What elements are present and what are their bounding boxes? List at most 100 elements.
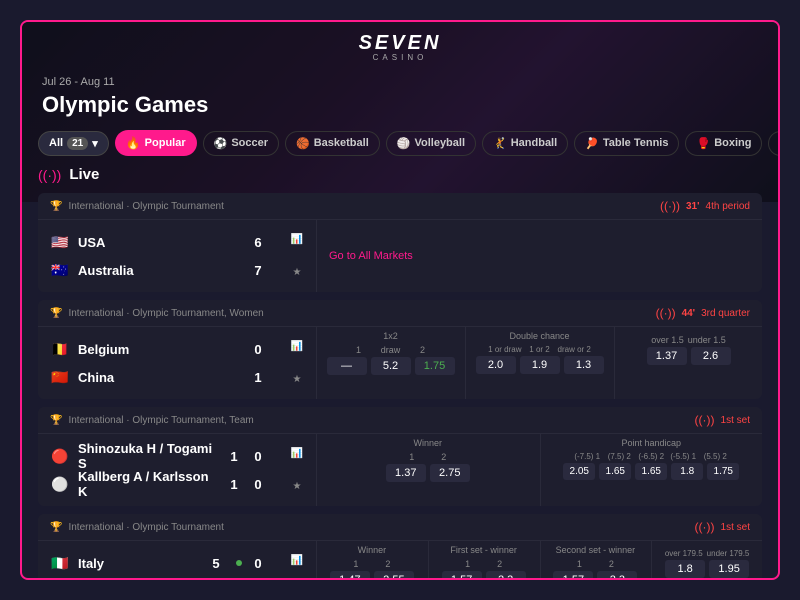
odds-row-w3: 1.37 2.75 [323,464,533,482]
odds-fs4-2[interactable]: 2.3 [486,571,526,578]
tournament-name-1: International · Olympic Tournament [68,201,223,212]
match-header-1: 🏆 International · Olympic Tournament ((·… [38,193,762,220]
team-row-4b: 🇫🇷 France 5 0 [50,577,266,578]
odds-title-winner4: Winner [323,545,421,555]
odds-ph3-2[interactable]: 1.65 [599,463,631,480]
odds-w4-1[interactable]: 1.47 [330,571,370,578]
odds-header-row-w4: 1 2 [323,559,421,569]
label-ph3-5: (5.5) 2 [701,452,729,461]
teams-section-1: 🇺🇸 USA 6 🇦🇺 Australia 7 [38,220,278,292]
odds-ph3-3[interactable]: 1.65 [635,463,667,480]
odds-header-row-dc: 1 or draw 1 or 2 draw or 2 [472,345,607,354]
odds-section-4: Winner 1 2 1.47 2.55 Fi [316,541,762,578]
odds-title-ph3: Point handicap [547,438,757,448]
go-to-markets-btn-1[interactable]: Go to All Markets [329,250,413,262]
label-1ordraw: 1 or draw [488,345,521,354]
odds-group-1x2: 1x2 1 draw 2 — 5.2 1.75 [316,327,464,399]
odds-ph3-5[interactable]: 1.75 [707,463,739,480]
match-card-4: 🏆 International · Olympic Tournament ((·… [38,514,762,578]
star-icon-3[interactable]: ★ [286,476,308,498]
filter-popular[interactable]: 🔥 Popular [115,130,197,156]
stats-icon-1[interactable]: 📊 [286,229,308,251]
odds-title-1x2: 1x2 [323,331,458,341]
page-title-area: Jul 26 - Aug 11 Olympic Games [22,68,778,130]
label-w3-2: 2 [430,452,458,462]
score-shinozuka1: 1 [226,449,242,464]
filter-volleyball[interactable]: 🏐 Volleyball [386,131,476,156]
odds-1x2-2[interactable]: 1.75 [415,357,455,375]
odds-ss4-1[interactable]: 1.57 [553,571,593,578]
odds-group-extra2: over 1.5 under 1.5 1.37 2.6 [614,327,762,399]
label-ss4-1: 1 [565,559,593,569]
filter-basketball[interactable]: 🏀 Basketball [285,131,380,156]
odds-ph3-4[interactable]: 1.8 [671,463,703,480]
filter-soccer[interactable]: ⚽ Soccer [203,131,279,156]
filter-waterpolo[interactable]: 🏊 Waterpolo [768,131,778,156]
teams-section-3: 🔴 Shinozuka H / Togami S 1 0 ⚪ Kallberg … [38,434,278,506]
odds-header-row-ph3: (-7.5) 1 (7.5) 2 (-6.5) 2 (-5.5) 1 (5.5)… [547,452,757,461]
match-meta-right-1: ((·)) 31' 4th period [660,199,750,213]
stats-icon-4[interactable]: 📊 [286,550,308,572]
match-meta-right-3: ((·)) 1st set [695,413,750,427]
match-actions-2: 📊 ★ [278,327,316,399]
score-usa: 6 [250,235,266,250]
soccer-icon: ⚽ [214,137,228,150]
main-content[interactable]: SEVEN CASINO Jul 26 - Aug 11 Olympic Gam… [22,22,778,578]
match-meta-right-2: ((·)) 44' 3rd quarter [656,306,750,320]
odds-ss4-2[interactable]: 2.3 [597,571,637,578]
star-icon-1[interactable]: ★ [286,262,308,284]
match-meta-left-1: 🏆 International · Olympic Tournament [50,201,224,212]
odds-fs4-1[interactable]: 1.57 [442,571,482,578]
match-card-1: 🏆 International · Olympic Tournament ((·… [38,193,762,292]
team-row-2b: 🇨🇳 China 1 [50,363,266,391]
filter-all-label: All [49,137,63,149]
score-belgium: 0 [250,342,266,357]
filter-handball[interactable]: 🤾 Handball [482,131,568,156]
odds-dc-2[interactable]: 1.9 [520,356,560,374]
odds-section-2: 1x2 1 draw 2 — 5.2 1.75 [316,327,762,399]
odds-group-dc: Double chance 1 or draw 1 or 2 draw or 2… [465,327,613,399]
odds-1x2-1[interactable]: — [327,357,367,375]
odds-w3-2[interactable]: 2.75 [430,464,470,482]
flag-shinozuka: 🔴 [50,449,70,463]
stats-icon-3[interactable]: 📊 [286,443,308,465]
odds-over15[interactable]: 1.37 [647,347,687,365]
odds-title-dc: Double chance [472,331,607,341]
odds-row-fs4: 1.57 2.3 [435,571,533,578]
tournament-icon-2: 🏆 [50,308,62,319]
label-under179: under 179.5 [707,549,750,558]
team-name-australia: Australia [78,263,242,278]
basketball-icon: 🏀 [296,137,310,150]
flag-china: 🇨🇳 [50,370,70,384]
odds-dc-3[interactable]: 1.3 [564,356,604,374]
site-header: SEVEN CASINO [22,22,778,68]
odds-under1795[interactable]: 1.95 [709,560,749,578]
chevron-down-icon: ▾ [92,137,98,150]
odds-1x2-draw[interactable]: 5.2 [371,357,411,375]
match-actions-4: 📊 ★ [278,541,316,578]
label-under15: under 1.5 [688,335,726,345]
live-indicator-1: ((·)) [660,199,680,213]
match-meta-left-4: 🏆 International · Olympic Tournament [50,522,224,533]
filter-boxing[interactable]: 🥊 Boxing [685,131,762,156]
odds-w4-2[interactable]: 2.55 [374,571,414,578]
stats-icon-2[interactable]: 📊 [286,336,308,358]
live-indicator-2: ((·)) [656,306,676,320]
odds-over1795[interactable]: 1.8 [665,560,705,578]
live-header: ((·)) Live [38,166,762,183]
odds-under15[interactable]: 2.6 [691,347,731,365]
label-2: 2 [409,345,437,355]
odds-title-ss4: Second set - winner [547,545,645,555]
odds-w3-1[interactable]: 1.37 [386,464,426,482]
filter-all[interactable]: All 21 ▾ [38,131,109,156]
label-ph3-2: (7.5) 2 [605,452,633,461]
odds-dc-1[interactable]: 2.0 [476,356,516,374]
odds-row-extra2: 1.37 2.6 [621,347,756,365]
filter-tabletennis[interactable]: 🏓 Table Tennis [574,131,679,156]
fire-icon: 🔥 [126,136,141,150]
odds-ph3-1[interactable]: 2.05 [563,463,595,480]
match-body-2: 🇧🇪 Belgium 0 🇨🇳 China 1 📊 ★ [38,327,762,399]
tabletennis-icon: 🏓 [585,137,599,150]
star-icon-2[interactable]: ★ [286,369,308,391]
label-over1795: over 179.5 [665,549,703,558]
